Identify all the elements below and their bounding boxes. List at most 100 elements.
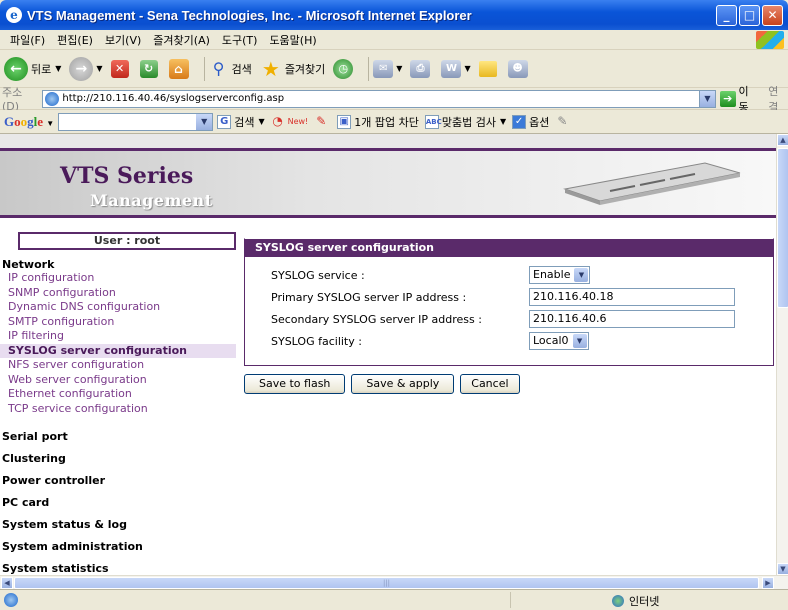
options-button[interactable]: ✓ 옵션	[512, 114, 549, 130]
brand-title: VTS Series	[60, 163, 194, 189]
chevron-down-icon: ▼	[572, 334, 587, 348]
syslog-facility-label: SYSLOG facility :	[271, 334, 362, 348]
user-box: User : root	[18, 232, 236, 250]
google-search-dropdown-icon[interactable]: ▼	[196, 113, 213, 130]
google-logo[interactable]: Google ▼	[4, 114, 54, 130]
maximize-button[interactable]: □	[739, 5, 760, 26]
nav-section-power-controller[interactable]: Power controller	[2, 474, 105, 487]
edit-dropdown-icon: ▼	[464, 64, 471, 73]
messenger-button[interactable]: ☻	[507, 59, 531, 78]
sidebar-item-snmp-configuration[interactable]: SNMP configuration	[8, 286, 240, 301]
google-search-input[interactable]: ▼	[58, 112, 214, 131]
address-dropdown-icon[interactable]: ▼	[698, 90, 715, 107]
stop-button[interactable]: ✕	[110, 59, 132, 78]
google-search-button[interactable]: G 검색 ▼	[217, 114, 265, 130]
vertical-scroll-thumb[interactable]	[777, 148, 788, 308]
syslog-service-select[interactable]: Enable ▼	[529, 266, 591, 284]
google-new-button[interactable]: ◔ New!	[271, 113, 308, 129]
minimize-button[interactable]: _	[716, 5, 737, 26]
save-and-apply-button[interactable]: Save & apply	[351, 374, 455, 394]
scroll-right-icon[interactable]: ▶	[762, 577, 774, 589]
secondary-ip-input[interactable]: 210.116.40.6	[529, 310, 735, 328]
scroll-left-icon[interactable]: ◀	[1, 577, 13, 589]
nav-group-network[interactable]: Network	[2, 258, 240, 271]
history-icon: ◷	[333, 58, 354, 79]
scroll-down-icon[interactable]: ▼	[777, 563, 788, 575]
refresh-icon: ↻	[139, 59, 158, 78]
secondary-ip-row: Secondary SYSLOG server IP address :	[271, 310, 482, 328]
sidebar-item-web-server[interactable]: Web server configuration	[8, 373, 240, 388]
google-blog-button[interactable]: ✎	[314, 115, 331, 129]
status-bar: 인터넷	[0, 589, 788, 610]
mail-button[interactable]: ✉ ▼	[373, 59, 403, 78]
sidebar-item-nfs-server[interactable]: NFS server configuration	[8, 358, 240, 373]
primary-ip-input[interactable]: 210.116.40.18	[529, 288, 735, 306]
pencil-icon: ✎	[557, 113, 568, 128]
menu-help[interactable]: 도움말(H)	[263, 32, 322, 48]
sidebar-item-ip-filtering[interactable]: IP filtering	[8, 329, 240, 344]
search-icon: ⚲	[212, 58, 225, 78]
back-button[interactable]: ← 뒤로 ▼	[4, 56, 62, 81]
pagerank-icon: ◔	[272, 113, 283, 128]
spellcheck-icon: ABC	[424, 114, 442, 129]
scroll-up-icon[interactable]: ▲	[777, 134, 788, 146]
edit-button[interactable]: W ▼	[441, 59, 471, 78]
back-dropdown-icon: ▼	[55, 64, 62, 73]
status-panes	[510, 592, 610, 608]
home-icon: ⌂	[168, 58, 189, 79]
favorites-button[interactable]: ★ 즐겨찾기	[260, 57, 325, 81]
google-search-label: 검색	[234, 115, 255, 129]
nav-section-system-statistics[interactable]: System statistics	[2, 562, 109, 575]
history-button[interactable]: ◷	[333, 58, 356, 79]
highlighter-button[interactable]: ✎	[555, 115, 572, 129]
menu-tools[interactable]: 도구(T)	[216, 32, 264, 48]
cancel-button[interactable]: Cancel	[460, 374, 520, 394]
menu-edit[interactable]: 편집(E)	[51, 32, 99, 48]
nav-section-system-admin[interactable]: System administration	[2, 540, 143, 553]
home-button[interactable]: ⌂	[168, 58, 192, 79]
print-button[interactable]: ⎙	[410, 59, 433, 78]
primary-ip-row: Primary SYSLOG server IP address :	[271, 288, 466, 306]
refresh-button[interactable]: ↻	[139, 59, 161, 78]
forward-button[interactable]: → ▼	[69, 56, 103, 81]
nav-section-clustering[interactable]: Clustering	[2, 452, 66, 465]
sidebar-item-ip-configuration[interactable]: IP configuration	[8, 271, 240, 286]
vertical-scrollbar[interactable]: ▲ ▼	[776, 134, 788, 575]
internet-globe-icon	[612, 595, 624, 607]
vts-banner: VTS Series Management	[0, 148, 776, 218]
syslog-facility-select[interactable]: Local0 ▼	[529, 332, 589, 350]
word-icon: W	[441, 59, 462, 78]
folder-button[interactable]	[478, 60, 500, 77]
sidebar-item-syslog-server[interactable]: SYSLOG server configuration	[0, 343, 236, 358]
messenger-icon: ☻	[507, 59, 528, 78]
horizontal-scrollbar[interactable]: ◀ ||| ▶	[0, 575, 788, 589]
back-arrow-icon: ←	[4, 56, 28, 81]
syslog-facility-row: SYSLOG facility :	[271, 332, 362, 350]
folder-icon	[478, 60, 497, 77]
close-button[interactable]: ✕	[762, 5, 783, 26]
popup-blocker-button[interactable]: ▣ 1개 팝업 차단	[337, 114, 419, 130]
chevron-down-icon: ▼	[574, 268, 589, 282]
go-arrow-icon: ➔	[719, 90, 736, 107]
nav-section-serial-port[interactable]: Serial port	[2, 430, 68, 443]
menu-view[interactable]: 보기(V)	[99, 32, 147, 48]
sidebar-item-smtp-configuration[interactable]: SMTP configuration	[8, 315, 240, 330]
mail-dropdown-icon: ▼	[396, 64, 403, 73]
spellcheck-button[interactable]: ABC 맞춤법 검사 ▼	[424, 114, 506, 130]
toolbar: ← 뒤로 ▼ → ▼ ✕ ↻ ⌂ ⚲ 검색 ★ 즐겨찾기 ◷ ✉ ▼ ⎙ W ▼…	[0, 50, 788, 88]
menu-favorites[interactable]: 즐겨찾기(A)	[147, 32, 216, 48]
nav-section-system-status[interactable]: System status & log	[2, 518, 127, 531]
horizontal-scroll-thumb[interactable]: |||	[14, 577, 759, 589]
windows-logo-icon	[756, 31, 784, 49]
save-to-flash-button[interactable]: Save to flash	[244, 374, 346, 394]
nav-section-pc-card[interactable]: PC card	[2, 496, 49, 509]
window-controls: _ □ ✕	[716, 5, 783, 26]
menu-file[interactable]: 파일(F)	[4, 32, 51, 48]
address-input[interactable]: http://210.116.40.46/syslogserverconfig.…	[42, 89, 716, 108]
panel-title: SYSLOG server configuration	[245, 239, 773, 257]
page-icon	[45, 91, 60, 106]
sidebar-item-dynamic-dns[interactable]: Dynamic DNS configuration	[8, 300, 240, 315]
sidebar-item-ethernet[interactable]: Ethernet configuration	[8, 387, 240, 402]
sidebar-item-tcp-service[interactable]: TCP service configuration	[8, 402, 240, 417]
search-button[interactable]: ⚲ 검색	[209, 57, 252, 81]
